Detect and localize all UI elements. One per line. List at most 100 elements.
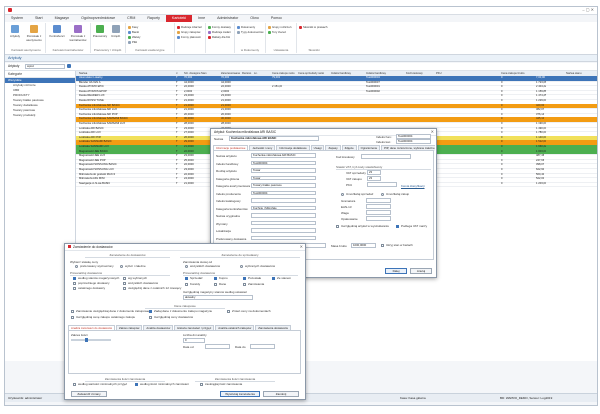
- apply-changes-button[interactable]: Zatwierdź zmiany: [71, 391, 107, 397]
- field-input[interactable]: [251, 198, 316, 203]
- vat-sales-field[interactable]: 23: [367, 170, 381, 175]
- purchase-groups-button[interactable]: Grupy zakupów: [177, 30, 200, 34]
- field-input[interactable]: Kuchnie i Mikrofale: [251, 205, 316, 210]
- days-field[interactable]: 0: [183, 338, 205, 343]
- close-icon[interactable]: ✕: [300, 244, 303, 250]
- analyze-checkbox[interactable]: [73, 277, 76, 280]
- field-input[interactable]: [251, 235, 316, 240]
- cancel-button[interactable]: Anuluj: [410, 268, 432, 274]
- purchase-data-checkbox[interactable]: [71, 310, 74, 313]
- payment-forms-button[interactable]: Formy płatności: [177, 35, 201, 39]
- ean-field[interactable]: [366, 204, 391, 209]
- menu-item-3[interactable]: Ogólnoprzedmiotowe: [75, 15, 121, 22]
- hide-stock-checkbox[interactable]: [381, 244, 384, 247]
- all-suppliers-radio[interactable]: [185, 265, 188, 268]
- purchase-data-checkbox[interactable]: [149, 310, 152, 313]
- doc-type-checkbox[interactable]: [214, 277, 217, 280]
- devices-button[interactable]: Urządz.: [109, 25, 123, 38]
- close-icon[interactable]: ✕: [431, 129, 434, 135]
- dependent-radio[interactable]: [120, 265, 123, 268]
- doc-type-checkbox[interactable]: [185, 277, 188, 280]
- menu-item-6[interactable]: Kartoteki: [165, 15, 193, 22]
- doc-type-checkbox[interactable]: [185, 283, 188, 286]
- menu-item-0[interactable]: System: [5, 15, 29, 22]
- date-from-field[interactable]: [205, 344, 230, 349]
- warehouse-select[interactable]: aktualny: [183, 295, 253, 300]
- document-types-button[interactable]: Typy dokumentów: [237, 30, 264, 34]
- menu-item-10[interactable]: Pomoc: [265, 15, 288, 22]
- window-controls-icon[interactable]: – ▢ ✕: [582, 7, 594, 12]
- vat-margin-checkbox[interactable]: [396, 225, 399, 228]
- task-types-button[interactable]: Rodzaje zadań: [208, 30, 231, 34]
- index1-field[interactable]: Test000004: [396, 134, 431, 139]
- option1-radio[interactable]: [341, 193, 344, 196]
- footer-check-3[interactable]: [200, 383, 203, 386]
- menu-item-1[interactable]: Start: [29, 15, 49, 22]
- header-name-field[interactable]: Kuchenka mikrofalowa ARI BASIC: [229, 136, 319, 141]
- other-items-button[interactable]: Pozostałe z asortymentu: [25, 25, 43, 42]
- option2-radio[interactable]: [381, 193, 384, 196]
- settlement-groups-button[interactable]: Grupy rozliczeń: [268, 25, 291, 29]
- pku-field[interactable]: [367, 182, 397, 187]
- packaging-field[interactable]: [366, 216, 391, 221]
- files-button[interactable]: Pliki: [128, 40, 137, 44]
- footer-check-2[interactable]: [135, 383, 138, 386]
- doc-type-checkbox[interactable]: [243, 283, 246, 286]
- order-tracks-button[interactable]: Tory zleceń: [268, 30, 286, 34]
- banks-button[interactable]: Banki: [128, 30, 139, 34]
- analyze-checkbox[interactable]: [123, 282, 126, 285]
- footer-check-1[interactable]: [73, 383, 76, 386]
- purchase-data-checkbox[interactable]: [227, 310, 230, 313]
- analyze-checkbox[interactable]: [73, 287, 76, 290]
- documents-button[interactable]: Dokumenty: [237, 25, 255, 29]
- menu-item-5[interactable]: Raporty: [141, 15, 166, 22]
- doc-type-checkbox[interactable]: [243, 277, 246, 280]
- contractors-button[interactable]: Kontrahenci: [48, 25, 66, 38]
- delivery-forms-button[interactable]: Formy dostawy: [208, 25, 231, 29]
- purchase-data-checkbox[interactable]: [71, 316, 74, 319]
- grammage-field[interactable]: [366, 198, 391, 203]
- menu-item-7[interactable]: Inne: [192, 15, 211, 22]
- search-checkbox[interactable]: [336, 225, 339, 228]
- event-types-button[interactable]: Rodzaje zdarzeń: [177, 25, 202, 29]
- menu-item-4[interactable]: CRM: [121, 15, 141, 22]
- category-item[interactable]: Towary produkcji: [5, 113, 75, 118]
- gross-weight-field[interactable]: 1000,0000: [351, 243, 376, 248]
- field-input[interactable]: [251, 220, 316, 225]
- find-orders-button[interactable]: Wyszukaj zamówienia: [220, 391, 260, 397]
- doc-type-checkbox[interactable]: [272, 277, 275, 280]
- search-icon[interactable]: [67, 64, 71, 68]
- purchase-data-checkbox[interactable]: [149, 316, 152, 319]
- analyze-checkbox[interactable]: [73, 282, 76, 285]
- discounts-button[interactable]: Rabaty dla KH: [208, 35, 230, 39]
- vat-purchase-field[interactable]: 23: [367, 176, 381, 181]
- close-button[interactable]: Zamknij: [263, 391, 299, 397]
- field-input[interactable]: Test000004: [251, 160, 316, 165]
- articles-button[interactable]: Artykuły: [9, 25, 21, 38]
- menu-item-8[interactable]: Administrator: [211, 15, 244, 22]
- analyze-checkbox[interactable]: [123, 277, 126, 280]
- menu-item-9[interactable]: Okno: [244, 15, 265, 22]
- currencies-button[interactable]: Waluty: [128, 35, 140, 39]
- menu-item-2[interactable]: Magazyn: [49, 15, 76, 22]
- other-contractors-button[interactable]: Pozostałe z kontrahentów: [68, 25, 88, 42]
- employees-button[interactable]: Pracownicy: [92, 25, 108, 38]
- field-input[interactable]: [251, 228, 316, 233]
- field-input[interactable]: Towary białko paszowe: [251, 183, 316, 188]
- analyze-checkbox[interactable]: [123, 287, 126, 290]
- cash-button[interactable]: Kasy: [128, 25, 138, 29]
- vat-link[interactable]: Kwota klasyfikacji: [401, 184, 425, 188]
- barcode-field[interactable]: [361, 154, 411, 159]
- doc-type-checkbox[interactable]: [214, 283, 217, 286]
- filter-input[interactable]: wpisz: [25, 64, 65, 69]
- field-input[interactable]: Towar: [251, 168, 316, 173]
- index2-field[interactable]: Test000004: [396, 139, 431, 144]
- range-slider-handle[interactable]: [85, 338, 88, 342]
- field-input[interactable]: Kuchenka mikrofalowa ARI BASIC: [251, 153, 316, 158]
- field-input[interactable]: Towar: [251, 175, 316, 180]
- date-to-field[interactable]: [250, 344, 275, 349]
- ok-button[interactable]: Dalej: [385, 268, 407, 274]
- weight-field[interactable]: [366, 210, 391, 215]
- field-input[interactable]: Test000004: [251, 190, 316, 195]
- range-slider-track[interactable]: [71, 339, 111, 341]
